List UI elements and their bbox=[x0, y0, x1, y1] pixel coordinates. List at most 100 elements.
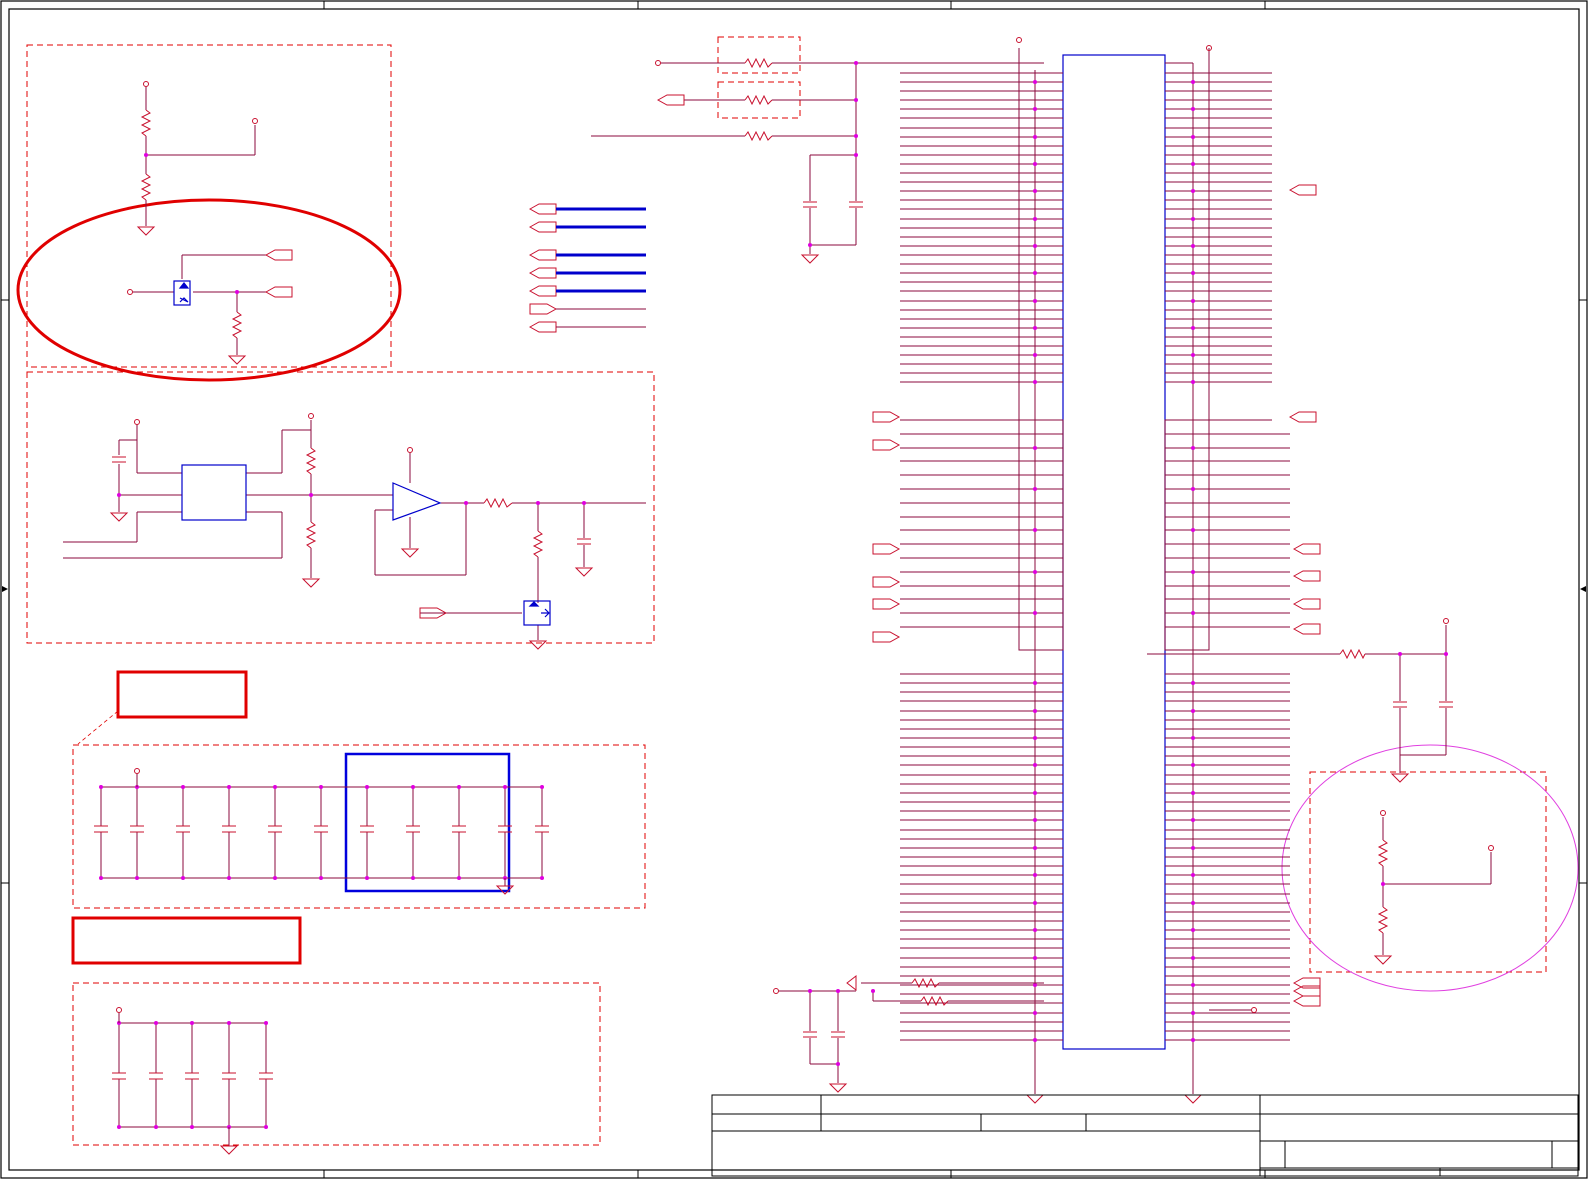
net-port-left bbox=[872, 411, 901, 423]
junction-dot bbox=[227, 1021, 231, 1025]
ground-symbol bbox=[1025, 1094, 1045, 1104]
junction-dot bbox=[1191, 928, 1195, 932]
block-top-left bbox=[26, 44, 392, 368]
junction-dot bbox=[365, 876, 369, 880]
highlight-label-box-1 bbox=[116, 670, 248, 719]
power-pin-left bbox=[1016, 37, 1022, 43]
junction-dot bbox=[1191, 956, 1195, 960]
ground-symbol bbox=[828, 1083, 848, 1093]
junction-dot bbox=[1191, 901, 1195, 905]
junction-dot bbox=[1033, 846, 1037, 850]
junction-dot bbox=[1033, 763, 1037, 767]
junction-dot bbox=[1033, 487, 1037, 491]
amplifier-block-wires bbox=[63, 420, 646, 640]
connector-sub-frame-left bbox=[1018, 419, 1064, 651]
frame-arrows bbox=[2, 586, 1586, 592]
ground-symbol bbox=[528, 640, 548, 650]
mosfet-q1-symbol bbox=[173, 280, 191, 306]
mosfet-circuit-symbols bbox=[127, 249, 293, 365]
junction-dot bbox=[1191, 217, 1195, 221]
net-port-right bbox=[1292, 570, 1321, 582]
junction-dot bbox=[117, 1125, 121, 1129]
junction-dot bbox=[1033, 380, 1037, 384]
junction-dot bbox=[1191, 326, 1195, 330]
block-series-resistor-1 bbox=[717, 36, 801, 74]
junction-dot bbox=[1033, 709, 1037, 713]
junction-dot bbox=[1033, 873, 1037, 877]
junction-dot bbox=[457, 785, 461, 789]
net-port-right bbox=[1292, 623, 1321, 635]
net-port-bottom bbox=[846, 974, 857, 992]
net-port-2 bbox=[264, 286, 293, 298]
junction-dot bbox=[319, 785, 323, 789]
opamp-buffer bbox=[392, 482, 442, 521]
resistor-r1 bbox=[140, 109, 152, 137]
net-port-right bbox=[1288, 184, 1317, 196]
junction-dot bbox=[1191, 570, 1195, 574]
ground-symbol bbox=[400, 548, 420, 558]
junction-dot bbox=[1033, 983, 1037, 987]
ground-symbol bbox=[1373, 955, 1393, 965]
ground-symbol bbox=[227, 355, 247, 365]
junction-dot bbox=[411, 876, 415, 880]
junction-dot bbox=[1033, 217, 1037, 221]
top-left-divider-symbols bbox=[136, 81, 258, 236]
amplifier-block-parts bbox=[109, 413, 594, 650]
capacitor-pair-top bbox=[803, 201, 863, 208]
top-center-parts bbox=[655, 57, 863, 264]
net-port-1 bbox=[264, 249, 293, 261]
junction-dot bbox=[1191, 487, 1195, 491]
junction-dot bbox=[235, 290, 239, 294]
block-right-divider bbox=[1309, 771, 1547, 973]
junction-dot bbox=[1033, 1011, 1037, 1015]
connector-body bbox=[1062, 54, 1166, 1050]
ground-symbol bbox=[219, 1145, 239, 1155]
junction-dot bbox=[190, 1125, 194, 1129]
junction-dot bbox=[1191, 1011, 1195, 1015]
block-decoupling-main bbox=[72, 744, 646, 909]
junction-dot bbox=[227, 785, 231, 789]
junction-dot bbox=[1191, 846, 1195, 850]
highlight-ellipse-magenta bbox=[1281, 744, 1579, 992]
net-port-right bbox=[1292, 543, 1321, 555]
junction-dot bbox=[1033, 162, 1037, 166]
junction-dot bbox=[1191, 1038, 1195, 1042]
junction-dot bbox=[319, 876, 323, 880]
junction-dot bbox=[1033, 107, 1037, 111]
junction-dot bbox=[273, 785, 277, 789]
highlight-label-box-2 bbox=[71, 916, 302, 965]
junction-dot bbox=[181, 785, 185, 789]
ground-symbol bbox=[301, 578, 321, 588]
resistor-r2 bbox=[140, 173, 152, 201]
junction-dot bbox=[1191, 873, 1195, 877]
net-port-left bbox=[872, 543, 901, 555]
junction-dot bbox=[1033, 791, 1037, 795]
junction-dot bbox=[540, 876, 544, 880]
right-rc-network bbox=[1147, 625, 1447, 773]
junction-dot bbox=[1033, 818, 1037, 822]
junction-dot bbox=[1033, 611, 1037, 615]
junction-dot bbox=[1191, 135, 1195, 139]
junction-dot bbox=[227, 876, 231, 880]
test-pin bbox=[1251, 1007, 1257, 1013]
ic-regulator bbox=[181, 464, 247, 521]
junction-dot bbox=[1033, 681, 1037, 685]
junction-dot bbox=[365, 785, 369, 789]
junction-dot bbox=[190, 1021, 194, 1025]
junction-dot bbox=[154, 1125, 158, 1129]
junction-dot bbox=[411, 785, 415, 789]
junction-dot bbox=[264, 1021, 268, 1025]
junction-dot bbox=[540, 785, 544, 789]
junction-dot bbox=[1191, 983, 1195, 987]
right-divider-parts bbox=[1373, 810, 1494, 965]
junction-dot bbox=[154, 1021, 158, 1025]
decoupling-capacitor-arrays bbox=[94, 768, 549, 1155]
junction-dot bbox=[1381, 882, 1385, 886]
junction-dot bbox=[273, 876, 277, 880]
ground-symbol bbox=[1390, 773, 1410, 783]
power-pin bbox=[116, 1007, 122, 1013]
junction-dot bbox=[1191, 353, 1195, 357]
junction-dot bbox=[99, 876, 103, 880]
junction-dot bbox=[1191, 107, 1195, 111]
connector-sub-frame-right bbox=[1164, 419, 1210, 651]
